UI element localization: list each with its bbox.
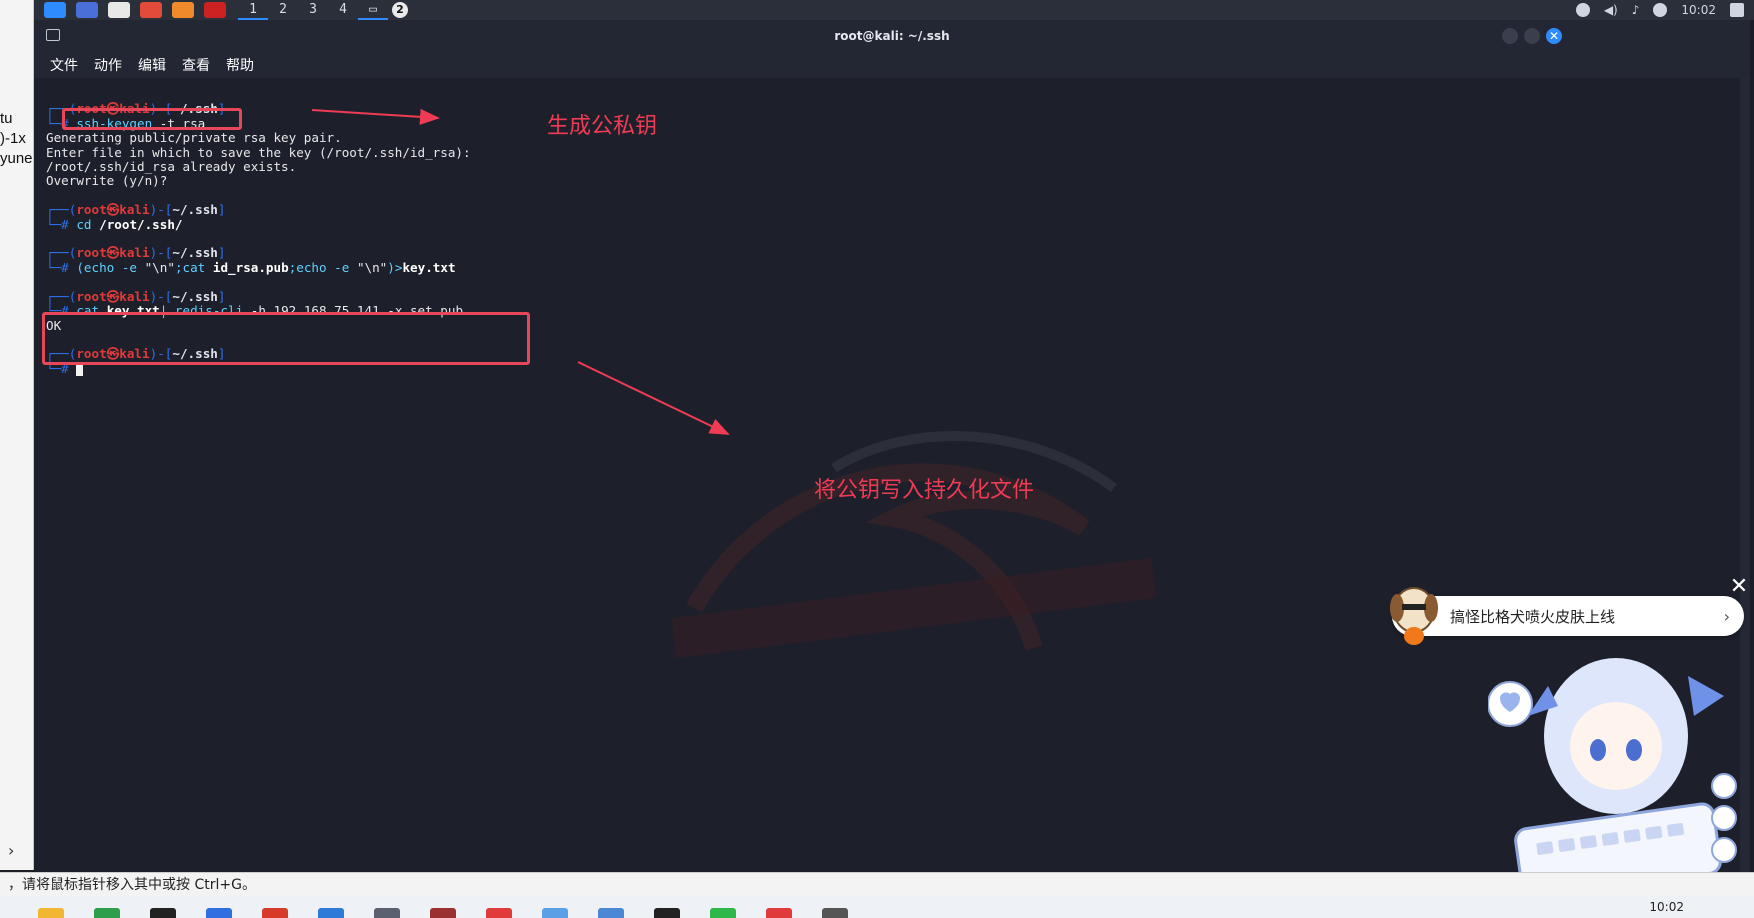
command-line: └─# (echo -e "\n";cat id_rsa.pub;echo -e… bbox=[46, 259, 456, 275]
chevron-right-icon[interactable]: › bbox=[8, 841, 14, 860]
app-icon[interactable] bbox=[822, 908, 848, 918]
host-text-fragment: )-1x bbox=[0, 130, 26, 147]
app-icon[interactable] bbox=[374, 908, 400, 918]
wechat-icon[interactable] bbox=[710, 908, 736, 918]
taskbar-clock: 10:02 bbox=[1649, 900, 1684, 914]
app-icon[interactable] bbox=[430, 908, 456, 918]
output-line: Overwrite (y/n)? bbox=[46, 173, 168, 189]
workspace-3[interactable]: 3 bbox=[298, 0, 328, 20]
beagle-mascot-icon bbox=[1390, 587, 1438, 645]
minimize-button[interactable] bbox=[1502, 28, 1518, 44]
workspace-2[interactable]: 2 bbox=[268, 0, 298, 20]
notification-bell-icon[interactable]: ♪ bbox=[1632, 3, 1640, 17]
kali-menu-icon[interactable] bbox=[44, 2, 66, 18]
window-title: root@kali: ~/.ssh bbox=[834, 29, 950, 43]
notification-close-icon[interactable]: ✕ bbox=[1728, 576, 1750, 598]
notification-text: 搞怪比格犬喷火皮肤上线 bbox=[1450, 607, 1616, 626]
menu-file[interactable]: 文件 bbox=[50, 55, 78, 75]
app-icon[interactable] bbox=[94, 908, 120, 918]
power-icon[interactable] bbox=[1653, 3, 1668, 17]
app-icon[interactable] bbox=[204, 2, 226, 18]
status-message: ，请将鼠标指针移入其中或按 Ctrl+G。 bbox=[8, 877, 256, 893]
panel-clock: 10:02 bbox=[1681, 3, 1716, 17]
notification-popup[interactable]: 搞怪比格犬喷火皮肤上线 › bbox=[1392, 596, 1744, 636]
menu-action[interactable]: 动作 bbox=[94, 55, 122, 75]
menu-edit[interactable]: 编辑 bbox=[138, 55, 166, 75]
app-icon[interactable] bbox=[486, 908, 512, 918]
volume-icon[interactable]: ◀) bbox=[1604, 3, 1618, 17]
workspace-1[interactable]: 1 bbox=[238, 0, 268, 20]
app-icon[interactable] bbox=[766, 908, 792, 918]
vmware-icon[interactable] bbox=[318, 908, 344, 918]
folder-icon[interactable] bbox=[38, 908, 64, 918]
anime-mascot-icon bbox=[1488, 658, 1737, 900]
annotation-gen-keys: 生成公私钥 bbox=[547, 114, 658, 139]
app-icon[interactable] bbox=[262, 908, 288, 918]
terminal-icon bbox=[46, 29, 60, 41]
workspace-4[interactable]: 4 bbox=[328, 0, 358, 20]
command-line: └─# cd /root/.ssh/ bbox=[46, 216, 183, 232]
highlight-box-ssh-keygen bbox=[62, 108, 242, 130]
host-window-edge: tu )-1x yune › bbox=[0, 0, 34, 870]
menu-view[interactable]: 查看 bbox=[182, 55, 210, 75]
text-editor-icon[interactable] bbox=[108, 2, 130, 18]
kali-dragon-watermark-icon bbox=[671, 431, 1157, 658]
browser-icon[interactable] bbox=[206, 908, 232, 918]
maximize-button[interactable] bbox=[1524, 28, 1540, 44]
app-icon[interactable] bbox=[542, 908, 568, 918]
host-text-fragment: yune bbox=[0, 150, 33, 167]
chevron-right-icon[interactable]: › bbox=[1724, 607, 1730, 626]
lock-icon[interactable] bbox=[1730, 3, 1744, 17]
app-launcher-icon[interactable] bbox=[140, 2, 162, 18]
app-icon[interactable] bbox=[598, 908, 624, 918]
host-status-bar: ，请将鼠标指针移入其中或按 Ctrl+G。 bbox=[0, 872, 1754, 896]
annotation-write-key: 将公钥写入持久化文件 bbox=[814, 478, 1035, 503]
app-icon[interactable] bbox=[150, 908, 176, 918]
app-icon[interactable] bbox=[654, 908, 680, 918]
close-button[interactable]: ✕ bbox=[1546, 28, 1562, 44]
firefox-icon[interactable] bbox=[172, 2, 194, 18]
host-text-fragment: tu bbox=[0, 110, 13, 127]
prompt-line: ┌──(root㉿kali)-[~/.ssh] bbox=[46, 202, 226, 218]
network-icon[interactable] bbox=[1575, 3, 1590, 17]
highlight-box-redis-command bbox=[42, 312, 530, 365]
kali-top-panel: 1 2 3 4 ▭ 2 ◀) ♪ 10:02 bbox=[34, 0, 1754, 20]
host-taskbar: 10:02 bbox=[0, 896, 1754, 918]
output-line: Enter file in which to save the key (/ro… bbox=[46, 144, 471, 160]
task-count-badge: 2 bbox=[392, 2, 408, 18]
screen: tu )-1x yune › 1 2 3 4 ▭ 2 ◀) ♪ 10:02 ro… bbox=[0, 0, 1754, 918]
menu-help[interactable]: 帮助 bbox=[226, 55, 254, 75]
output-line: Generating public/private rsa key pair. bbox=[46, 130, 342, 146]
file-manager-icon[interactable] bbox=[76, 2, 98, 18]
terminal-title-bar[interactable]: root@kali: ~/.ssh ✕ bbox=[34, 20, 1750, 52]
prompt-line: ┌──(root㉿kali)-[~/.ssh] bbox=[46, 245, 226, 261]
terminal-menu-bar: 文件 动作 编辑 查看 帮助 bbox=[34, 52, 1750, 78]
prompt-line: ┌──(root㉿kali)-[~/.ssh] bbox=[46, 288, 226, 304]
output-line: /root/.ssh/id_rsa already exists. bbox=[46, 159, 297, 175]
terminal-task-icon[interactable]: ▭ bbox=[358, 0, 388, 20]
